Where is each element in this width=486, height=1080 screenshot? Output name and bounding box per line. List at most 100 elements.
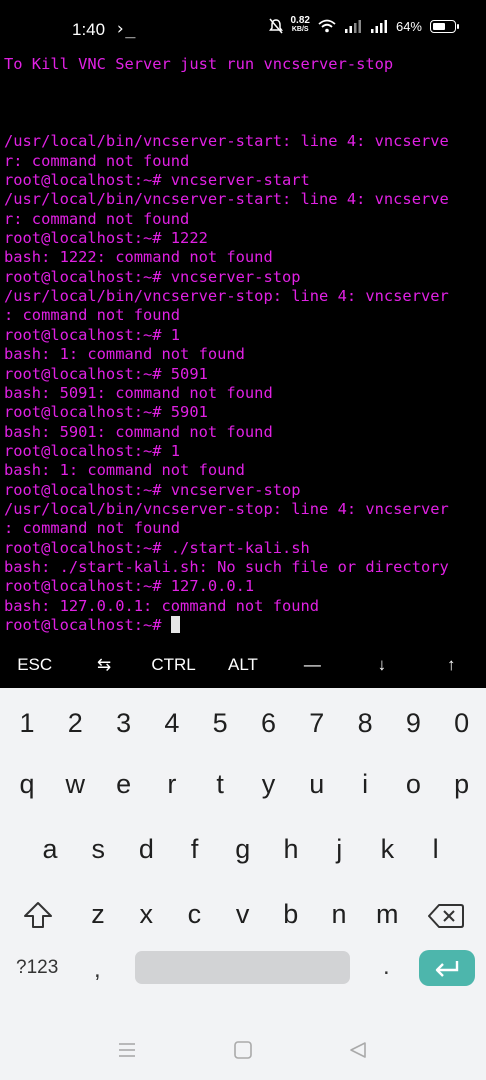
key-u[interactable]: u	[301, 769, 333, 800]
extra-key[interactable]: CTRL	[139, 655, 208, 675]
soft-keyboard: 1234567890 qwertyuiop asdfghjkl zxcvbnm …	[0, 688, 486, 1023]
terminal-line: /usr/local/bin/vncserver-stop: line 4: v…	[4, 499, 449, 518]
key-s[interactable]: s	[82, 834, 114, 865]
period-key[interactable]: .	[383, 953, 390, 981]
net-speed-unit: KB/S	[291, 26, 309, 33]
terminal-line: root@localhost:~# ./start-kali.sh	[4, 538, 310, 557]
key-o[interactable]: o	[397, 769, 429, 800]
terminal-line: r: command not found	[4, 209, 190, 228]
key-1[interactable]: 1	[11, 708, 43, 739]
key-7[interactable]: 7	[301, 708, 333, 739]
terminal-line: root@localhost:~# vncserver-stop	[4, 480, 301, 499]
terminal-line: bash: 5901: command not found	[4, 422, 273, 441]
key-e[interactable]: e	[108, 769, 140, 800]
key-d[interactable]: d	[130, 834, 162, 865]
menu-icon[interactable]	[117, 1041, 137, 1059]
extra-keys-bar: ESC ⇆ CTRL ALT — ↓ ↑	[0, 643, 486, 687]
key-x[interactable]: x	[130, 899, 162, 930]
key-j[interactable]: j	[323, 834, 355, 865]
extra-key[interactable]: ESC	[0, 655, 69, 675]
terminal-line: root@localhost:~# vncserver-start	[4, 171, 310, 190]
battery-icon	[430, 19, 459, 33]
status-time: 1:40	[72, 20, 106, 39]
key-2[interactable]: 2	[59, 708, 91, 739]
terminal-line: bash: 1: command not found	[4, 345, 245, 364]
terminal-line: root@localhost:~# 5091	[4, 364, 208, 383]
terminal-line: bash: 1: command not found	[4, 461, 245, 480]
key-y[interactable]: y	[253, 769, 285, 800]
extra-key[interactable]: ⇆	[70, 655, 139, 675]
key-f[interactable]: f	[179, 834, 211, 865]
key-h[interactable]: h	[275, 834, 307, 865]
key-n[interactable]: n	[323, 899, 355, 930]
extra-key[interactable]: ALT	[208, 655, 277, 675]
space-bar[interactable]	[135, 951, 350, 984]
terminal-line: root@localhost:~# vncserver-stop	[4, 267, 301, 286]
terminal-output[interactable]: To Kill VNC Server just run vncserver-st…	[4, 55, 484, 645]
key-3[interactable]: 3	[108, 708, 140, 739]
terminal-line: : command not found	[4, 306, 181, 325]
terminal-line: root@localhost:~# 1	[4, 441, 181, 460]
terminal-line: /usr/local/bin/vncserver-start: line 4: …	[4, 190, 449, 209]
key-r[interactable]: r	[156, 769, 188, 800]
extra-key[interactable]: ↓	[347, 655, 416, 675]
key-m[interactable]: m	[371, 899, 403, 930]
terminal-line: /usr/local/bin/vncserver-stop: line 4: v…	[4, 287, 449, 306]
enter-icon	[435, 961, 459, 977]
key-q[interactable]: q	[11, 769, 43, 800]
comma-key[interactable]: ,	[94, 956, 101, 984]
terminal-line: root@localhost:~# 127.0.0.1	[4, 577, 255, 596]
key-p[interactable]: p	[446, 769, 478, 800]
signal-icon-2	[370, 20, 387, 33]
backspace-icon	[428, 904, 464, 928]
shift-icon	[24, 902, 52, 928]
terminal-cursor	[170, 615, 180, 633]
key-w[interactable]: w	[59, 769, 91, 800]
terminal-app-icon: ›_	[115, 19, 136, 39]
symbols-key[interactable]: ?123	[16, 957, 58, 979]
home-icon[interactable]	[233, 1041, 253, 1059]
net-speed: 0.82 KB/S	[291, 16, 310, 34]
status-icons: 0.82 KB/S 64%	[268, 16, 459, 34]
enter-key[interactable]	[419, 950, 475, 986]
backspace-key[interactable]	[428, 903, 464, 934]
terminal-line: To Kill VNC Server just run vncserver-st…	[4, 55, 394, 73]
key-b[interactable]: b	[275, 899, 307, 930]
terminal-line: bash: ./start-kali.sh: No such file or d…	[4, 557, 449, 576]
terminal-line: /usr/local/bin/vncserver-start: line 4: …	[4, 132, 449, 151]
terminal-line: r: command not found	[4, 151, 190, 170]
key-k[interactable]: k	[371, 834, 403, 865]
status-bar: 1:40 ›_ 0.82 KB/S 64%	[0, 0, 486, 58]
wifi-icon	[318, 19, 336, 33]
net-speed-value: 0.82	[290, 15, 310, 26]
key-i[interactable]: i	[349, 769, 381, 800]
shift-key[interactable]	[22, 900, 54, 935]
back-icon[interactable]	[348, 1041, 368, 1059]
key-a[interactable]: a	[34, 834, 66, 865]
key-t[interactable]: t	[204, 769, 236, 800]
key-6[interactable]: 6	[253, 708, 285, 739]
key-0[interactable]: 0	[446, 708, 478, 739]
key-g[interactable]: g	[227, 834, 259, 865]
signal-icon-1	[344, 20, 361, 33]
key-z[interactable]: z	[82, 899, 114, 930]
terminal-line: bash: 5091: command not found	[4, 383, 273, 402]
terminal-line: root@localhost:~# 1222	[4, 229, 208, 248]
terminal-line: : command not found	[4, 519, 181, 538]
key-l[interactable]: l	[420, 834, 452, 865]
key-4[interactable]: 4	[156, 708, 188, 739]
navigation-bar	[0, 1023, 486, 1080]
extra-key[interactable]: —	[278, 655, 347, 675]
terminal-line: bash: 127.0.0.1: command not found	[4, 596, 320, 615]
key-5[interactable]: 5	[204, 708, 236, 739]
key-9[interactable]: 9	[397, 708, 429, 739]
extra-key[interactable]: ↑	[417, 655, 486, 675]
terminal-prompt-line[interactable]: root@localhost:~#	[4, 615, 484, 635]
key-c[interactable]: c	[178, 899, 210, 930]
terminal-prompt: root@localhost:~#	[4, 615, 171, 634]
battery-percent: 64%	[395, 18, 422, 34]
key-v[interactable]: v	[227, 899, 259, 930]
key-8[interactable]: 8	[349, 708, 381, 739]
